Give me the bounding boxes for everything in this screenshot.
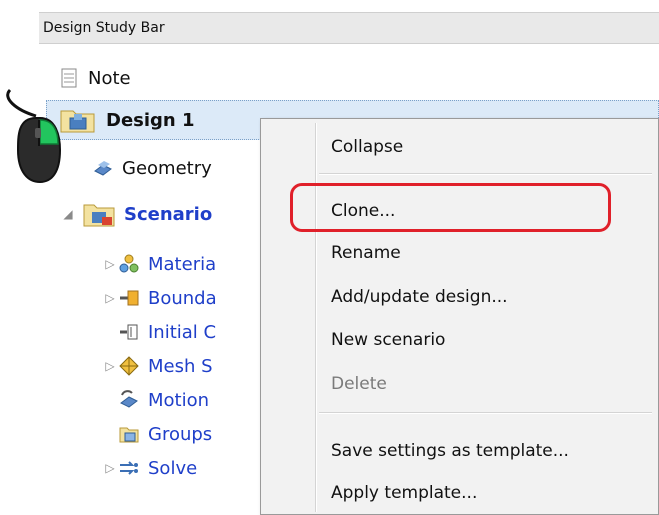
tree-item-materials[interactable]: ▷ Materia xyxy=(102,246,216,282)
mesh-sizes-icon xyxy=(118,355,140,377)
menu-item-rename[interactable]: Rename xyxy=(331,243,401,263)
tree-item-mesh-sizes[interactable]: ▷ Mesh S xyxy=(102,348,213,384)
menu-item-delete: Delete xyxy=(331,374,387,394)
menu-item-collapse[interactable]: Collapse xyxy=(331,137,403,157)
tree-item-note[interactable]: Note xyxy=(58,60,131,96)
tree-item-label: Motion xyxy=(148,389,210,411)
expand-arrow-icon[interactable]: ▷ xyxy=(102,291,118,305)
menu-icon-gutter xyxy=(315,123,317,512)
expand-arrow-icon[interactable]: ▷ xyxy=(102,461,118,475)
tree-item-label: Solve xyxy=(148,457,198,479)
tree-item-label: Initial C xyxy=(148,321,217,343)
tree-item-label: Note xyxy=(88,67,131,89)
mouse-icon xyxy=(6,88,62,184)
tree-item-label: Mesh S xyxy=(148,355,213,377)
expand-arrow-icon[interactable]: ▷ xyxy=(102,257,118,271)
expand-arrow-icon[interactable]: ▷ xyxy=(102,359,118,373)
tree-item-geometry[interactable]: Geometry xyxy=(92,150,212,186)
tree-item-scenario[interactable]: ◢ Scenario xyxy=(60,196,212,232)
tree-item-label: Scenario xyxy=(124,203,213,225)
menu-item-apply-template[interactable]: Apply template... xyxy=(331,483,477,503)
menu-item-save-settings-as-template[interactable]: Save settings as template... xyxy=(331,441,569,461)
tree-item-initial-conditions[interactable]: Initial C xyxy=(118,314,216,350)
menu-separator xyxy=(319,412,652,414)
groups-icon xyxy=(118,423,140,445)
tree-item-solve[interactable]: ▷ Solve xyxy=(102,450,197,486)
menu-separator xyxy=(319,173,652,175)
tree-item-label: Geometry xyxy=(122,157,212,179)
tree-item-boundary-conditions[interactable]: ▷ Bounda xyxy=(102,280,217,316)
panel-title: Design Study Bar xyxy=(43,20,165,36)
initial-conditions-icon xyxy=(118,321,140,343)
tree-item-label: Bounda xyxy=(148,287,217,309)
design-study-bar-header: Design Study Bar xyxy=(39,12,659,44)
motion-icon xyxy=(118,389,140,411)
collapse-arrow-icon[interactable]: ◢ xyxy=(60,207,76,221)
materials-icon xyxy=(118,253,140,275)
solve-icon xyxy=(118,457,140,479)
clone-callout-outline xyxy=(290,183,611,232)
tree-item-groups[interactable]: Groups xyxy=(118,416,212,452)
context-menu: Collapse Clone... Rename Add/update desi… xyxy=(260,118,659,515)
tree-item-motion[interactable]: Motion xyxy=(118,382,209,418)
app-window: Design Study Bar Note Design 1 Geometry xyxy=(0,0,659,515)
menu-item-new-scenario[interactable]: New scenario xyxy=(331,330,445,350)
tree-item-design-1[interactable]: Design 1 xyxy=(58,102,195,138)
tree-item-label: Materia xyxy=(148,253,217,275)
scenario-folder-icon xyxy=(82,199,116,229)
tree-item-label: Design 1 xyxy=(106,109,195,131)
geometry-icon xyxy=(92,157,114,179)
tree-item-label: Groups xyxy=(148,423,213,445)
menu-item-add-update-design[interactable]: Add/update design... xyxy=(331,287,508,307)
boundary-conditions-icon xyxy=(118,287,140,309)
